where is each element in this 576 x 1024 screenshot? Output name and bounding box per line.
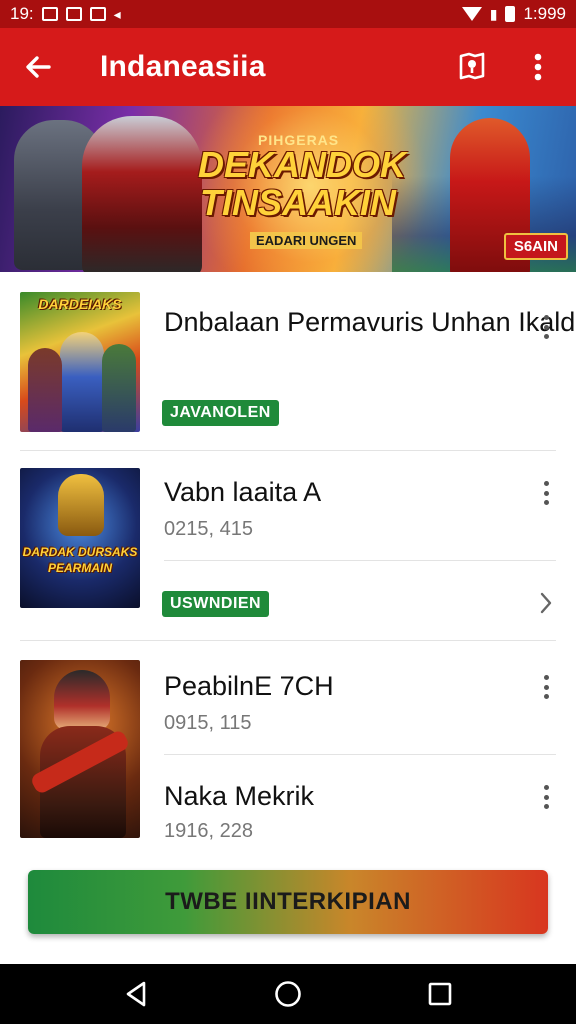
item-title: PeabilnE 7CH	[164, 671, 334, 701]
game-thumbnail	[20, 660, 140, 838]
nav-home-icon[interactable]	[268, 974, 308, 1014]
more-vert-icon[interactable]	[518, 47, 558, 87]
nav-back-icon[interactable]	[116, 974, 156, 1014]
item-title: Naka Mekrik	[164, 781, 315, 811]
banner-headline: DEKANDOK TINSAAKIN	[198, 144, 407, 223]
status-badge[interactable]: USWNDIEN	[162, 591, 270, 617]
banner-character-warrior	[82, 116, 202, 272]
status-bar: 19: ◂ ▮ 1:999	[0, 0, 576, 28]
app-bar: Indaneasiia	[0, 28, 576, 106]
divider	[20, 450, 556, 451]
wifi-icon: ▮	[489, 5, 498, 22]
status-time: 19:	[10, 4, 34, 23]
battery-icon	[505, 6, 516, 22]
divider	[20, 640, 556, 641]
thumbnail-title: DARDAK DURSAKS PEARMAIN	[22, 545, 138, 575]
clock: 1:999	[523, 4, 566, 23]
more-vert-icon[interactable]	[536, 782, 556, 812]
nav-recents-icon[interactable]	[420, 974, 460, 1014]
message-icon	[65, 7, 82, 21]
more-vert-icon[interactable]	[536, 312, 556, 342]
status-badge: JAVANOLEN	[162, 400, 279, 426]
map-pin-icon[interactable]	[452, 47, 492, 87]
divider	[164, 754, 556, 755]
item-subtitle: 0915, 115	[164, 712, 252, 734]
page-title: Indaneasiia	[100, 50, 266, 83]
item-subtitle: 0215, 415	[164, 518, 253, 540]
banner-subline: EADARI UNGEN	[250, 232, 363, 249]
more-vert-icon[interactable]	[536, 672, 556, 702]
banner-badge[interactable]: S6AIN	[503, 233, 568, 260]
chevron-right-icon[interactable]	[538, 590, 554, 621]
item-subtitle: 1916, 228	[164, 820, 253, 842]
signal-icon	[461, 7, 482, 21]
item-title: Vabn laaita A	[164, 477, 322, 507]
hero-banner[interactable]: PIHGERAS DEKANDOK TINSAAKIN EADARI UNGEN…	[0, 106, 576, 272]
game-thumbnail: DARDAK DURSAKS PEARMAIN	[20, 468, 140, 608]
bottom-action-area: TWBE IINTERKIPIAN	[0, 850, 576, 964]
app-icon	[89, 7, 106, 21]
volume-icon: ◂	[113, 5, 121, 22]
system-nav-bar	[0, 964, 576, 1024]
back-arrow-icon[interactable]	[18, 47, 58, 87]
more-vert-icon[interactable]	[536, 478, 556, 508]
divider	[164, 560, 556, 561]
thumbnail-title: DARDEIAKS	[38, 296, 122, 312]
notification-icon	[41, 7, 58, 21]
item-title: Dnbalaan Permavuris Unhan Ikald	[164, 307, 576, 337]
primary-action-button[interactable]: TWBE IINTERKIPIAN	[28, 870, 548, 934]
game-thumbnail: DARDEIAKS	[20, 292, 140, 432]
game-list: DARDEIAKS Dnbalaan Permavuris Unhan Ikal…	[0, 272, 576, 850]
